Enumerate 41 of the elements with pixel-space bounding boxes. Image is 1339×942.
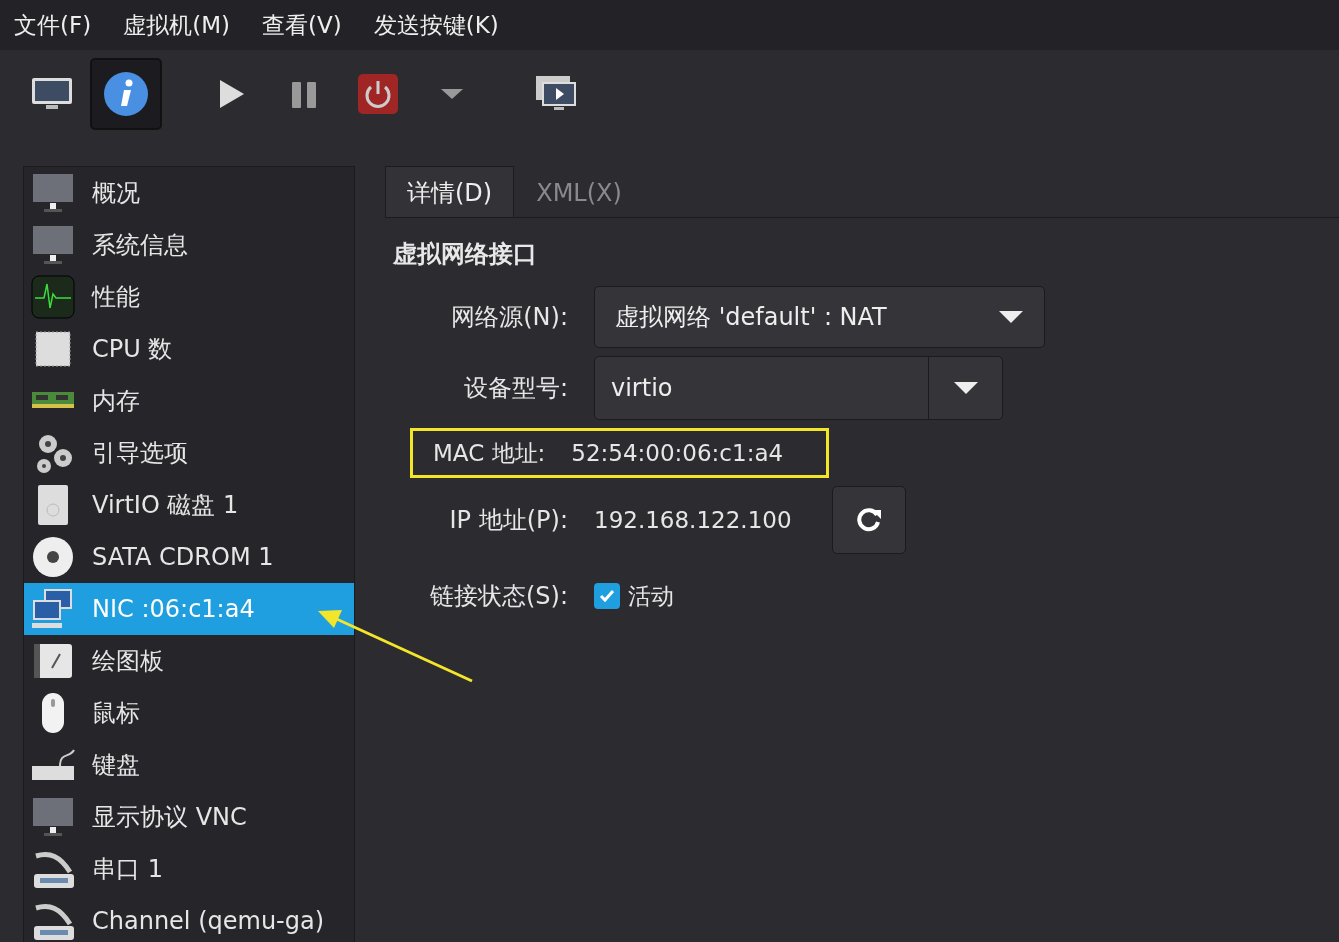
section-title: 虚拟网络接口 — [393, 239, 538, 270]
field-label: 链接状态(S): — [428, 581, 568, 612]
info-button[interactable] — [90, 58, 162, 130]
field-label: 网络源(N): — [450, 302, 568, 333]
device-list-item[interactable]: 引导选项 — [24, 427, 354, 479]
device-list-item[interactable]: 绘图板 — [24, 635, 354, 687]
info-icon — [102, 70, 150, 118]
device-list-item[interactable]: 显示协议 VNC — [24, 791, 354, 843]
field-label: IP 地址(P): — [448, 505, 568, 536]
device-list-item[interactable]: 串口 1 — [24, 843, 354, 895]
check-icon — [598, 587, 616, 605]
device-list-item[interactable]: SATA CDROM 1 — [24, 531, 354, 583]
menu-item[interactable]: 发送按键(K) — [373, 7, 499, 43]
tab[interactable]: 详情(D) — [385, 166, 515, 217]
field-label: 设备型号: — [462, 373, 568, 404]
menu-item[interactable]: 查看(V) — [262, 7, 342, 43]
device-list-item[interactable]: Channel (qemu-ga) — [24, 895, 354, 942]
device-model-combo[interactable]: virtio — [594, 356, 1003, 420]
link-state-checkbox[interactable]: 活动 — [594, 578, 674, 614]
heartbeat-icon — [30, 274, 76, 320]
device-list-item[interactable]: 键盘 — [24, 739, 354, 791]
device-list-item[interactable]: VirtIO 磁盘 1 — [24, 479, 354, 531]
device-list-item[interactable]: 鼠标 — [24, 687, 354, 739]
cd-icon — [30, 534, 76, 580]
menu-item[interactable]: 文件(F) — [14, 7, 92, 43]
menu-item[interactable]: 虚拟机(M) — [123, 7, 230, 43]
device-list-item[interactable]: CPU 数 — [24, 323, 354, 375]
caret-icon — [441, 89, 463, 99]
ip-address-value: 192.168.122.100 — [594, 505, 792, 535]
device-list-item[interactable]: 系统信息 — [24, 219, 354, 271]
refresh-icon — [855, 507, 882, 533]
mac-address-value: 52:54:00:06:c1:a4 — [571, 438, 784, 468]
caret-icon — [952, 381, 979, 395]
refresh-button[interactable] — [831, 486, 906, 554]
caret-icon — [998, 310, 1024, 324]
device-list-item[interactable]: 概况 — [24, 167, 354, 219]
field-label: MAC 地址: — [433, 438, 546, 468]
network-source-dropdown[interactable]: 虚拟网络 'default' : NAT — [594, 286, 1045, 348]
device-list-item[interactable]: 性能 — [24, 271, 354, 323]
device-list-item[interactable]: 内存 — [24, 375, 354, 427]
tab[interactable]: XML(X) — [514, 166, 644, 217]
